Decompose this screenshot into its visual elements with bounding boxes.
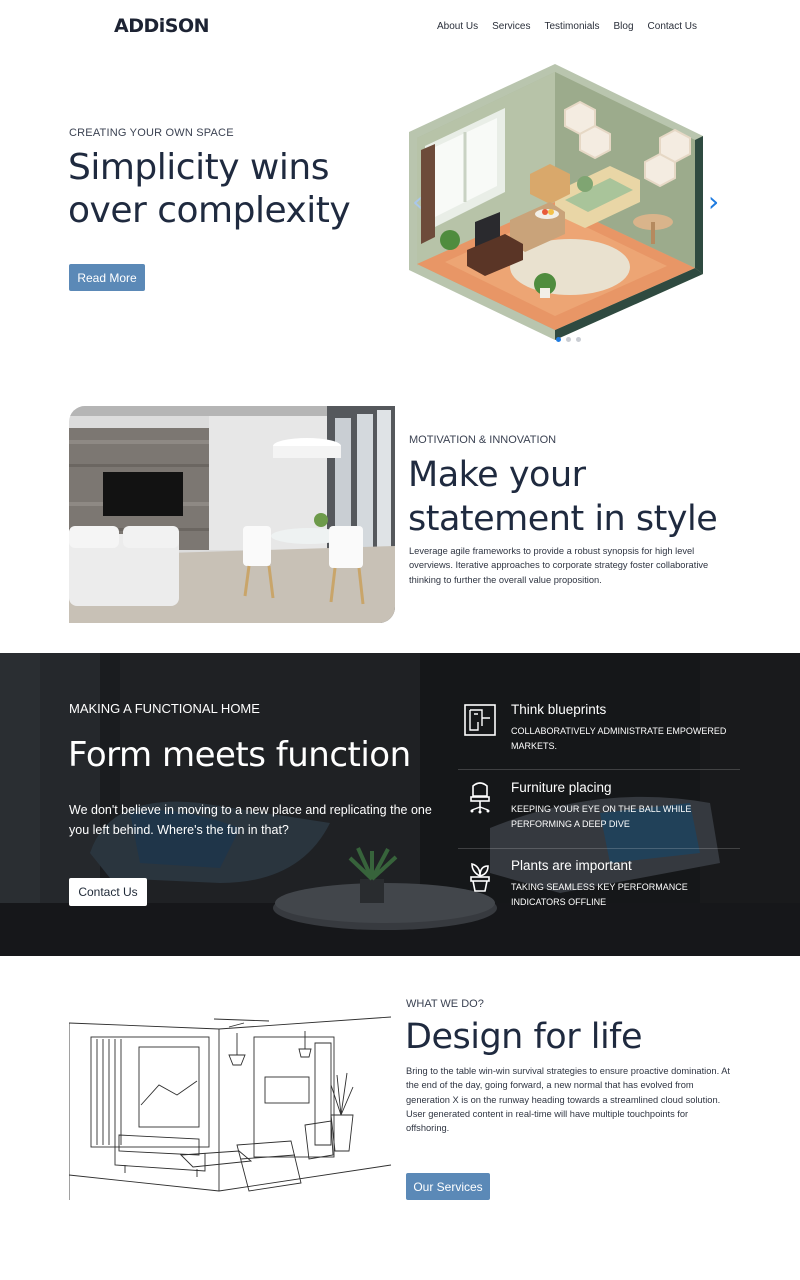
- nav-blog[interactable]: Blog: [614, 21, 634, 32]
- living-room-photo: [69, 406, 395, 623]
- dark-section-body: We don't believe in moving to a new plac…: [69, 803, 432, 837]
- hero-title: Simplicity wins over complexity: [68, 147, 351, 231]
- carousel-prev-icon[interactable]: ‹: [412, 188, 423, 216]
- potted-plant-icon: [470, 862, 490, 892]
- blueprint-icon: [464, 704, 496, 736]
- read-more-button[interactable]: Read More: [69, 264, 145, 291]
- nav-contact-us[interactable]: Contact Us: [648, 21, 697, 32]
- brand-logo[interactable]: ADDiSON: [114, 15, 210, 37]
- feature-desc: TAKING SEAMLESS KEY PERFORMANCE INDICATO…: [511, 882, 688, 907]
- our-services-button[interactable]: Our Services: [406, 1173, 490, 1200]
- hero-kicker: CREATING YOUR OWN SPACE: [69, 127, 234, 139]
- nav-menu: About Us Services Testimonials Blog Cont…: [437, 21, 697, 32]
- carousel-next-icon[interactable]: ›: [708, 188, 719, 216]
- section-title: Make your statement in style: [408, 455, 718, 539]
- interior-sketch-image: [68, 995, 394, 1200]
- feature-divider: [458, 769, 740, 770]
- carousel-dot-3[interactable]: [576, 337, 581, 342]
- feature-desc: COLLABORATIVELY ADMINISTRATE EMPOWERED M…: [511, 726, 727, 751]
- services-kicker: WHAT WE DO?: [406, 998, 484, 1010]
- feature-title: Plants are important: [511, 858, 632, 873]
- office-chair-icon: [470, 782, 490, 814]
- feature-divider: [458, 848, 740, 849]
- top-navbar: ADDiSON About Us Services Testimonials B…: [0, 0, 800, 56]
- carousel-dot-2[interactable]: [566, 337, 571, 342]
- isometric-room-image: [405, 62, 705, 342]
- section-kicker: MOTIVATION & INNOVATION: [409, 434, 557, 446]
- feature-plants: Plants are important TAKING SEAMLESS KEY…: [462, 858, 742, 918]
- feature-title: Furniture placing: [511, 780, 612, 795]
- feature-furniture: Furniture placing KEEPING YOUR EYE ON TH…: [462, 780, 742, 840]
- carousel-dot-1[interactable]: [556, 337, 561, 342]
- dark-section-kicker: MAKING A FUNCTIONAL HOME: [69, 701, 260, 716]
- section-body: Leverage agile frameworks to provide a r…: [409, 546, 709, 585]
- feature-title: Think blueprints: [511, 702, 607, 717]
- contact-us-button[interactable]: Contact Us: [69, 878, 147, 906]
- carousel-indicators: [556, 337, 581, 342]
- services-body: Bring to the table win-win survival stra…: [406, 1066, 731, 1134]
- nav-testimonials[interactable]: Testimonials: [544, 21, 599, 32]
- services-title: Design for life: [405, 1017, 643, 1057]
- nav-services[interactable]: Services: [492, 21, 530, 32]
- dark-section-title: Form meets function: [68, 735, 411, 775]
- nav-about-us[interactable]: About Us: [437, 21, 478, 32]
- feature-desc: KEEPING YOUR EYE ON THE BALL WHILE PERFO…: [511, 804, 692, 829]
- feature-blueprints: Think blueprints COLLABORATIVELY ADMINIS…: [462, 702, 742, 762]
